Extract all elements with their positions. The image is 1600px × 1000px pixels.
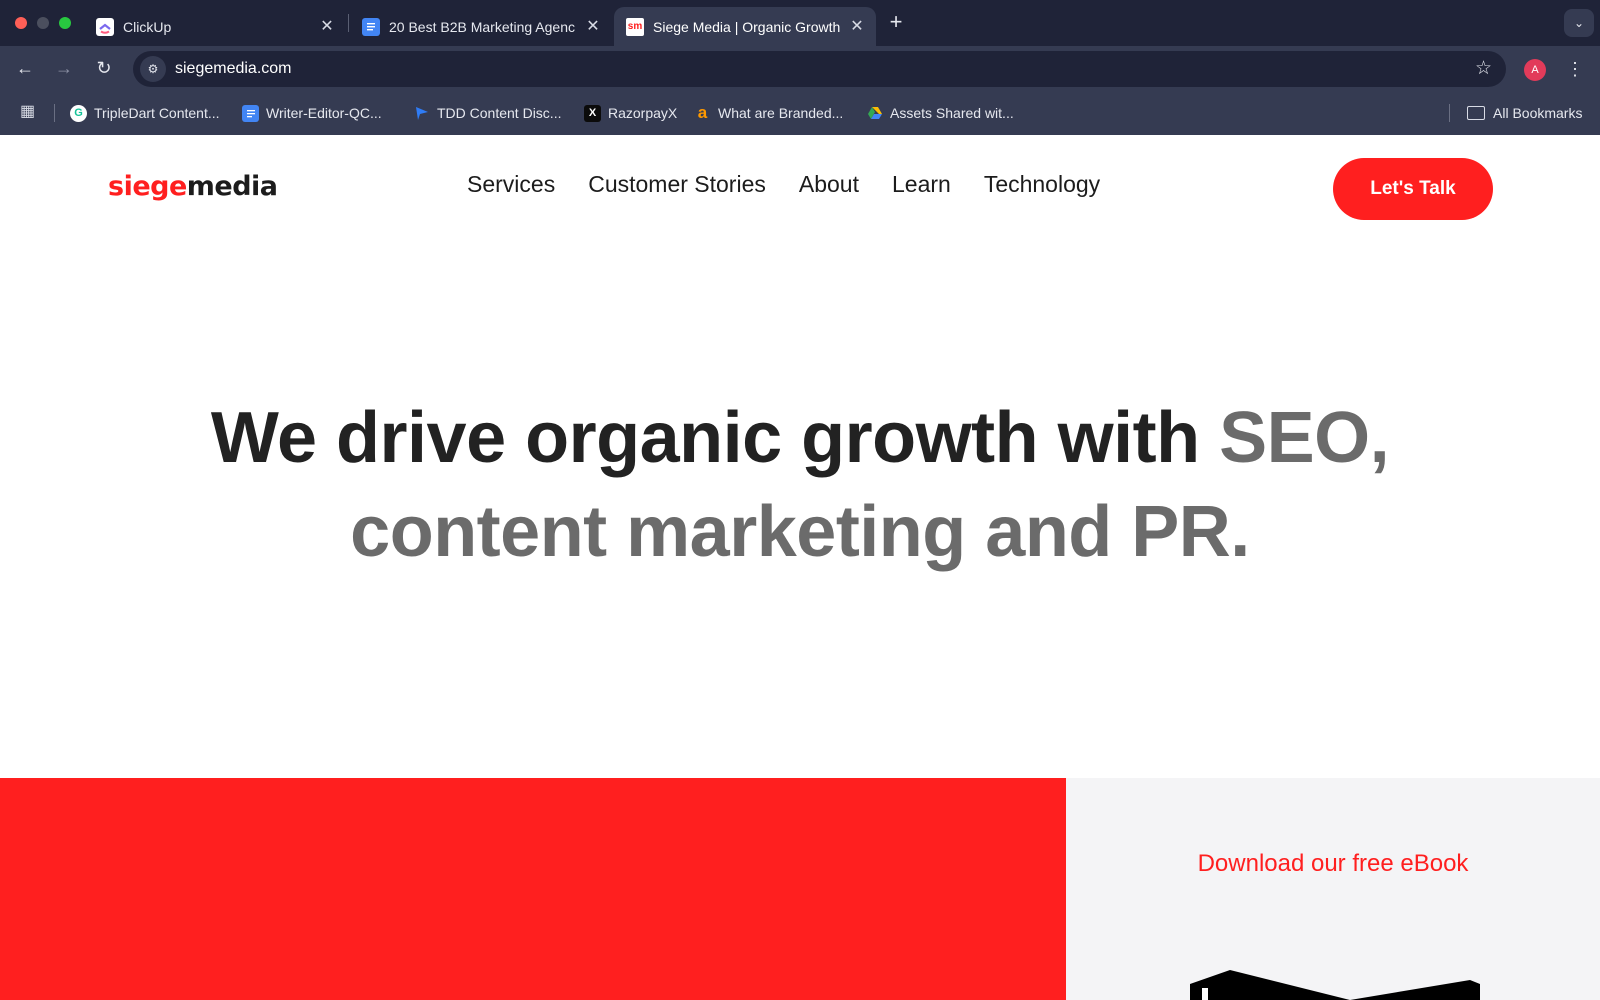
tab-separator [348, 14, 349, 32]
page-viewport: siegemedia Services Customer Stories Abo… [0, 135, 1600, 1000]
browser-menu-icon[interactable]: ⋮ [1566, 57, 1584, 81]
forward-arrow-icon[interactable]: → [51, 55, 77, 81]
bookmarks-divider [1449, 104, 1450, 122]
close-icon[interactable]: ✕ [318, 18, 336, 36]
address-bar[interactable]: ⚙ siegemedia.com ☆ [133, 51, 1506, 87]
bookmark-tripledart[interactable]: G TripleDart Content... [70, 101, 220, 125]
bookmarks-bar: ▦ G TripleDart Content... Writer-Editor-… [0, 90, 1600, 135]
all-bookmarks-button[interactable]: All Bookmarks [1467, 101, 1582, 125]
tab-clickup[interactable]: ClickUp ✕ [84, 7, 346, 46]
close-icon[interactable]: ✕ [584, 18, 602, 36]
close-window-button[interactable] [15, 17, 27, 29]
bookmark-writer-editor[interactable]: Writer-Editor-QC... [242, 101, 382, 125]
amazon-icon: a [697, 103, 708, 122]
tab-title: 20 Best B2B Marketing Agenc [389, 18, 575, 35]
logo-part-media: media [186, 171, 278, 202]
flag-icon [413, 105, 430, 122]
main-nav: Services Customer Stories About Learn Te… [467, 171, 1133, 198]
hero-headline: We drive organic growth with SEO, conten… [0, 391, 1600, 579]
nav-item-services[interactable]: Services [467, 171, 555, 198]
bookmark-tdd-content[interactable]: TDD Content Disc... [413, 101, 561, 125]
nav-item-technology[interactable]: Technology [984, 171, 1100, 198]
maximize-window-button[interactable] [59, 17, 71, 29]
red-feature-panel [0, 778, 1066, 1000]
url-text[interactable]: siegemedia.com [175, 60, 292, 78]
reload-icon[interactable]: ↻ [91, 55, 117, 81]
bookmarks-divider [54, 104, 55, 122]
x-icon: X [584, 104, 601, 122]
back-arrow-icon[interactable]: ← [12, 55, 38, 81]
new-tab-button[interactable]: + [884, 11, 908, 35]
hero-text-dark: We drive organic growth with [210, 398, 1220, 478]
bookmark-razorpayx[interactable]: X RazorpayX [584, 101, 677, 125]
folder-icon [1467, 106, 1485, 120]
bookmark-label: Assets Shared wit... [890, 105, 1014, 121]
logo-part-siege: siege [108, 171, 187, 202]
lets-talk-button[interactable]: Let's Talk [1333, 158, 1493, 220]
nav-item-learn[interactable]: Learn [892, 171, 951, 198]
tab-search-button[interactable]: ⌄ [1564, 9, 1594, 37]
nav-item-customer-stories[interactable]: Customer Stories [588, 171, 766, 198]
minimize-window-button[interactable] [37, 17, 49, 29]
profile-avatar[interactable]: A [1524, 59, 1546, 81]
hero-text-grey-2: content marketing and PR. [350, 492, 1250, 572]
apps-grid-icon[interactable]: ▦ [20, 103, 38, 121]
browser-toolbar: ← → ↻ ⚙ siegemedia.com ☆ A ⋮ [0, 46, 1600, 90]
siegemedia-logo[interactable]: siegemedia [108, 171, 278, 202]
tab-b2b-agencies-doc[interactable]: 20 Best B2B Marketing Agenc ✕ [350, 7, 612, 46]
tab-title: Siege Media | Organic Growth [653, 18, 840, 35]
bookmark-label: What are Branded... [718, 105, 844, 121]
google-docs-icon [362, 17, 380, 36]
all-bookmarks-label: All Bookmarks [1493, 105, 1583, 121]
ebook-panel: Download our free eBook [1066, 778, 1600, 1000]
bookmark-assets-shared[interactable]: Assets Shared wit... [866, 101, 1014, 125]
bookmark-branded[interactable]: a What are Branded... [694, 101, 844, 125]
google-docs-icon [242, 104, 259, 122]
clickup-icon [96, 17, 114, 36]
ebook-cover-image [1190, 970, 1480, 1000]
tab-siege-media[interactable]: sm Siege Media | Organic Growth ✕ [614, 7, 876, 46]
bookmark-label: Writer-Editor-QC... [266, 105, 382, 121]
bookmark-label: TripleDart Content... [94, 105, 220, 121]
siege-media-favicon: sm [626, 17, 644, 36]
google-drive-icon [866, 105, 883, 122]
close-icon[interactable]: ✕ [848, 18, 866, 36]
nav-item-about[interactable]: About [799, 171, 859, 198]
grammarly-icon: G [70, 104, 87, 122]
bookmark-label: RazorpayX [608, 105, 678, 121]
download-ebook-link[interactable]: Download our free eBook [1066, 850, 1600, 878]
hero-text-grey-1: SEO, [1219, 398, 1390, 478]
bookmark-label: TDD Content Disc... [437, 105, 562, 121]
bookmark-star-icon[interactable]: ☆ [1475, 57, 1492, 80]
tab-title: ClickUp [123, 18, 172, 35]
site-info-icon[interactable]: ⚙ [140, 56, 166, 82]
tab-strip: ClickUp ✕ 20 Best B2B Marketing Agenc ✕ … [0, 0, 1600, 46]
